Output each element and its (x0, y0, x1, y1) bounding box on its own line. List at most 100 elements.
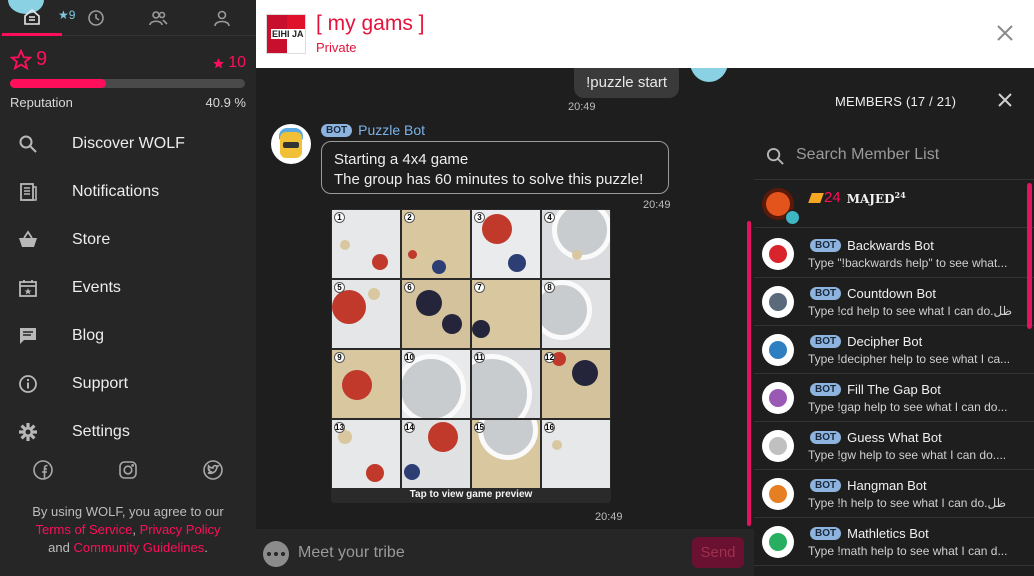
sidebar-item-discover[interactable]: Discover WOLF (0, 120, 256, 168)
message-composer: Send (256, 529, 754, 576)
sidebar-item-events[interactable]: Events (0, 264, 256, 312)
sidebar-item-blog[interactable]: Blog (0, 312, 256, 360)
my-message[interactable]: !puzzle start (574, 68, 679, 98)
berry-shape (366, 464, 384, 482)
twitter-link[interactable] (201, 458, 225, 482)
member-list: 24 MAJED24 BOT Backwards Bot Type "!backwa… (754, 180, 1034, 576)
sidebar-item-label: Discover WOLF (72, 135, 185, 152)
berry-shape (508, 254, 526, 272)
sidebar-menu: Discover WOLF Notifications Store Events… (0, 120, 256, 456)
sidebar-item-label: Settings (72, 423, 130, 440)
members-scrollbar[interactable] (1027, 183, 1032, 329)
close-icon (998, 93, 1012, 107)
tab-home[interactable] (2, 0, 62, 36)
terms-link[interactable]: Terms of Service (36, 522, 133, 537)
my-message-text: !puzzle start (586, 73, 667, 91)
member-avatar (762, 334, 794, 366)
current-level: 9 (10, 48, 47, 71)
bot-message-line: Starting a 4x4 game (334, 151, 469, 168)
puzzle-tile-number: 7 (474, 282, 485, 293)
oat-shape (340, 240, 350, 250)
member-search (754, 132, 1034, 180)
tab-profile[interactable] (192, 0, 252, 36)
member-name-line: BOT Hangman Bot (810, 478, 927, 493)
notifications-icon (20, 183, 37, 201)
member-row[interactable]: BOT Backwards Bot Type "!backwards help" t… (754, 230, 1034, 278)
berry-shape (416, 290, 442, 316)
berry-shape (404, 464, 420, 480)
group-avatar-text: EIHI JA (271, 29, 305, 39)
puzzle-grid: 1 2 3 4 5 6 7 8 9 10 11 12 13 14 15 16 (332, 210, 610, 488)
puzzle-tile-number: 4 (544, 212, 555, 223)
member-name-line: BOT Guess What Bot (810, 430, 942, 445)
member-row[interactable]: BOT Guess What Bot Type !gw help to see wh… (754, 422, 1034, 470)
close-chat-button[interactable] (996, 24, 1014, 42)
puzzle-tile: 14 (402, 420, 470, 488)
member-name-sup: 24 (894, 189, 906, 200)
member-avatar (762, 238, 794, 270)
member-row[interactable]: BOT Countdown Bot Type !cd help to see wha… (754, 278, 1034, 326)
instagram-link[interactable] (116, 458, 140, 482)
chat-bubble-icon (20, 328, 36, 344)
puzzle-tile: 3 (472, 210, 540, 278)
member-row[interactable]: BOT Fill The Gap Bot Type !gap help to see… (754, 374, 1034, 422)
member-row[interactable]: BOT Decipher Bot Type !decipher help to se… (754, 326, 1034, 374)
member-name-line: BOT Mathletics Bot (810, 526, 929, 541)
my-message-time: 20:49 (568, 101, 596, 113)
my-avatar[interactable] (690, 68, 728, 82)
current-level-value: 9 (36, 48, 48, 70)
puzzle-tile-number: 11 (474, 352, 485, 363)
oat-shape (512, 300, 526, 314)
berry-shape (372, 254, 388, 270)
bot-message[interactable]: Starting a 4x4 game The group has 60 min… (321, 141, 669, 194)
owner-badge-icon (785, 210, 800, 225)
legal-prefix: By using WOLF, you agree to our (32, 504, 224, 519)
puzzle-tile: 16 (542, 420, 610, 488)
member-row[interactable]: BOT Hangman Bot Type !h help to see what I… (754, 470, 1034, 518)
bot-tag: BOT (810, 527, 842, 540)
calendar-icon (19, 280, 37, 297)
member-status: Type !gw help to see what I can do.... (808, 448, 1007, 462)
puzzle-time: 20:49 (595, 511, 623, 523)
chat-scrollbar[interactable] (747, 221, 751, 526)
sidebar-item-support[interactable]: Support (0, 360, 256, 408)
bot-name: Puzzle Bot (358, 122, 426, 138)
puzzle-preview[interactable]: 1 2 3 4 5 6 7 8 9 10 11 12 13 14 15 16 Tap to view game… (331, 209, 611, 503)
guidelines-link[interactable]: Community Guidelines (73, 540, 204, 555)
member-search-input[interactable] (796, 142, 1016, 168)
wolf-app: ★9 9 10 Reputation 40.9 % Discover WOLF … (0, 0, 1034, 576)
tab-recent[interactable] (66, 0, 126, 36)
member-row[interactable]: BOT Mathletics Bot Type !math help to see … (754, 518, 1034, 566)
bot-avatar[interactable] (271, 124, 311, 164)
profile-icon (214, 10, 230, 27)
puzzle-tile-number: 14 (404, 422, 415, 433)
bowl-shape (402, 354, 466, 418)
tab-contacts[interactable] (128, 0, 188, 36)
puzzle-tile-number: 16 (544, 422, 555, 433)
legal-and: and (48, 540, 70, 555)
berry-shape (442, 314, 462, 334)
clock-icon (88, 10, 104, 26)
sidebar-item-settings[interactable]: Settings (0, 408, 256, 456)
bot-sender[interactable]: BOT Puzzle Bot (321, 122, 425, 138)
bot-tag: BOT (810, 239, 842, 252)
close-members-button[interactable] (998, 93, 1012, 107)
puzzle-tile: 7 (472, 280, 540, 348)
group-avatar[interactable]: EIHI JA (266, 14, 306, 54)
bowl-shape (472, 354, 532, 418)
member-row-owner[interactable]: 24 MAJED24 (754, 180, 1034, 228)
facebook-link[interactable] (31, 458, 55, 482)
info-icon (19, 375, 37, 393)
send-button[interactable]: Send (692, 537, 744, 568)
member-level: 24 (808, 189, 841, 206)
privacy-link[interactable]: Privacy Policy (140, 522, 221, 537)
group-name[interactable]: [ my gams ] (316, 12, 425, 36)
member-avatar (762, 382, 794, 414)
message-input[interactable] (298, 539, 688, 567)
bot-tag: BOT (810, 335, 842, 348)
sidebar-item-store[interactable]: Store (0, 216, 256, 264)
sidebar-item-notifications[interactable]: Notifications (0, 168, 256, 216)
gear-icon (19, 423, 37, 441)
members-title: MEMBERS (17 / 21) (835, 94, 957, 109)
more-options-button[interactable] (263, 541, 289, 567)
